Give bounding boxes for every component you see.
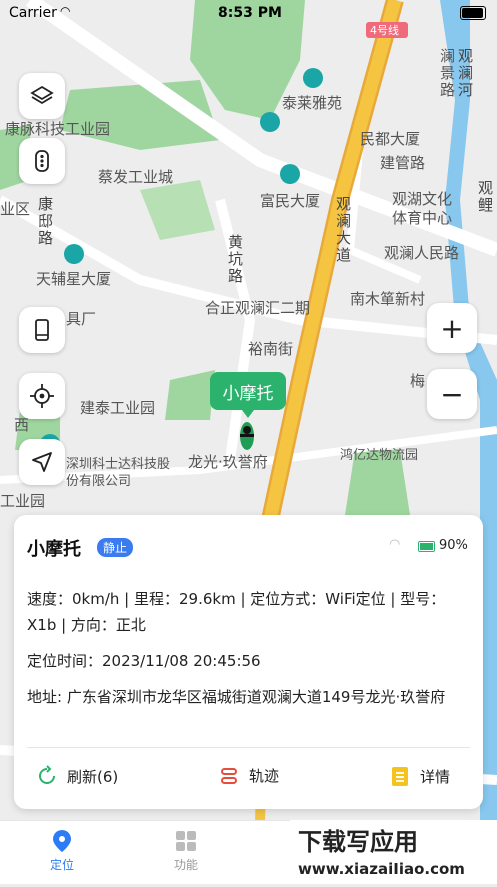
track-route-icon bbox=[221, 767, 237, 784]
zoom-in-button[interactable]: + bbox=[427, 303, 477, 353]
wifi-signal-icon: ◠ bbox=[389, 537, 401, 552]
watermark-logo: 下载写应用 www.xiazaiIiao.com bbox=[290, 820, 497, 883]
map-label: 建管路 bbox=[380, 154, 426, 172]
grid-icon bbox=[176, 831, 196, 851]
detail-button[interactable]: 详情 bbox=[390, 765, 450, 787]
detail-label: 详情 bbox=[420, 767, 451, 786]
crosshair-icon bbox=[30, 384, 54, 408]
clock: 8:53 PM bbox=[218, 5, 282, 21]
motorbike-marker-icon[interactable] bbox=[236, 420, 258, 452]
svg-text:www.xiazaiIiao.com: www.xiazaiIiao.com bbox=[298, 860, 465, 878]
carrier-label: Carrier bbox=[9, 5, 57, 21]
vehicle-name: 小摩托 bbox=[27, 539, 81, 560]
map-label: 龙光·玖誉府 bbox=[188, 453, 268, 471]
detail-document-icon bbox=[392, 767, 408, 786]
map-label: 合正观澜汇二期 bbox=[205, 299, 311, 317]
zoom-out-button[interactable]: − bbox=[427, 369, 477, 419]
map-label: 具厂 bbox=[66, 310, 97, 328]
refresh-label: 刷新(6) bbox=[67, 767, 119, 786]
map-label: 深圳科士达科技股份有限公司 bbox=[66, 457, 171, 489]
navigation-arrow-icon bbox=[32, 452, 52, 472]
poi-icon bbox=[303, 68, 323, 88]
layers-icon bbox=[30, 85, 54, 105]
device-button[interactable] bbox=[19, 307, 65, 353]
map-road-label: 观澜河 bbox=[458, 47, 474, 99]
map-label: 工业园 bbox=[0, 492, 46, 510]
traffic-light-icon bbox=[35, 150, 49, 172]
locate-button[interactable] bbox=[19, 373, 65, 419]
poi-icon bbox=[260, 112, 280, 132]
map-label: 康脉科技工业园 bbox=[5, 120, 111, 138]
address: 地址: 广东省深圳市龙华区福城街道观澜大道149号龙光·玖誉府 bbox=[27, 688, 446, 706]
track-label: 轨迹 bbox=[249, 767, 280, 785]
track-button[interactable]: 轨迹 bbox=[219, 765, 279, 786]
map-label: 民都大厦 bbox=[360, 130, 421, 148]
tab-functions[interactable]: 功能 bbox=[156, 829, 216, 873]
poi-icon bbox=[280, 164, 300, 184]
layers-button[interactable] bbox=[19, 73, 65, 119]
poi-icon bbox=[64, 244, 84, 264]
location-pin-icon bbox=[53, 830, 71, 852]
speed-info: 速度：0km/h | 里程：29.6km | 定位方式：WiFi定位 | 型号：… bbox=[27, 590, 446, 634]
tab-locate[interactable]: 定位 bbox=[32, 829, 92, 873]
map-label: 南木箪新村 bbox=[350, 290, 426, 308]
map-label: 建泰工业园 bbox=[80, 399, 156, 417]
map-label: 观湖文化体育中心 bbox=[392, 190, 453, 227]
svg-text:下载写应用: 下载写应用 bbox=[298, 828, 418, 856]
refresh-icon bbox=[39, 765, 55, 784]
navigate-button[interactable] bbox=[19, 439, 65, 485]
map-road-label: 黄坑路 bbox=[228, 233, 244, 285]
tab-functions-label: 功能 bbox=[173, 858, 198, 872]
tab-locate-label: 定位 bbox=[49, 858, 74, 872]
map-road-label: 康邸路 bbox=[38, 195, 54, 247]
phone-icon bbox=[35, 319, 49, 341]
battery-percent: 90% bbox=[439, 538, 468, 553]
map-label: 裕南街 bbox=[248, 340, 294, 358]
map-label: 天辅星大厦 bbox=[36, 270, 112, 288]
location-time: 定位时间：2023/11/08 20:45:56 bbox=[27, 652, 261, 670]
status-bar: Carrier ◠ 8:53 PM bbox=[0, 0, 497, 28]
map-label: 泰莱雅苑 bbox=[282, 94, 343, 112]
divider bbox=[27, 747, 470, 748]
traffic-button[interactable] bbox=[19, 138, 65, 184]
map-label: 蔡发工业城 bbox=[98, 168, 174, 186]
map-label: 鸿亿达物流园 bbox=[340, 448, 419, 463]
map-label: 观澜人民路 bbox=[384, 244, 460, 262]
map-label: 澜景路 bbox=[440, 47, 456, 99]
map-label: 梅 bbox=[410, 372, 426, 390]
map-label: 业区 bbox=[0, 200, 31, 218]
wifi-icon: ◠ bbox=[60, 4, 71, 18]
battery-icon bbox=[418, 541, 435, 552]
vehicle-label-bubble[interactable]: 小摩托 bbox=[210, 372, 286, 418]
vehicle-info-card: 小摩托 静止 ◠ 90% 速度：0km/h | 里程：29.6km | 定位方式… bbox=[14, 515, 483, 809]
map-label: 富民大厦 bbox=[260, 192, 321, 210]
map-road-label: 观澜大道 bbox=[336, 195, 352, 264]
status-badge: 静止 bbox=[97, 538, 134, 557]
refresh-button[interactable]: 刷新(6) bbox=[36, 765, 118, 787]
map-road-label: 观鲤 bbox=[478, 179, 494, 214]
battery-icon bbox=[460, 6, 486, 20]
